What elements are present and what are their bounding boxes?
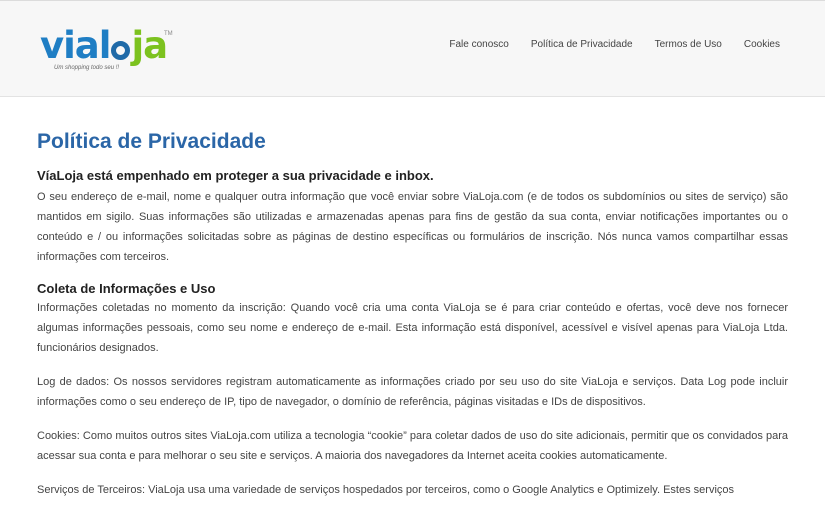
nav-fale-conosco[interactable]: Fale conosco	[449, 39, 508, 50]
section-title: Coleta de Informações e Uso	[37, 281, 216, 296]
top-nav: Fale conosco Política de Privacidade Ter…	[449, 39, 780, 50]
paragraph-third-party: Serviços de Terceiros: ViaLoja usa uma v…	[37, 484, 735, 496]
logo-text-l: l	[98, 24, 112, 67]
intro-paragraph: O seu endereço de e-mail, nome e qualque…	[37, 191, 788, 263]
logo-wordmark: vial ja	[40, 24, 168, 67]
paragraph-cookies: Cookies: Como muitos outros sites ViaLoj…	[37, 430, 788, 462]
nav-cookies[interactable]: Cookies	[744, 39, 780, 50]
vialoja-logo[interactable]: vial ja TM Um shopping todo seu !!	[40, 24, 173, 77]
nav-termos-de-uso[interactable]: Termos de Uso	[655, 39, 722, 50]
site-header: vial ja TM Um shopping todo seu !! Fale c…	[0, 0, 825, 97]
logo-bag-icon	[111, 41, 131, 60]
logo-trademark: TM	[164, 31, 173, 37]
main-content: Política de Privacidade VíaLoja está emp…	[0, 97, 825, 500]
logo-tagline: Um shopping todo seu !!	[54, 65, 120, 71]
logo-text-ja: ja	[131, 24, 168, 67]
paragraph-log-data: Log de dados: Os nossos servidores regis…	[37, 376, 788, 408]
page-subtitle: VíaLoja está empenhado em proteger a sua…	[37, 168, 434, 183]
page-title: Política de Privacidade	[37, 130, 266, 153]
paragraph-signup-info: Informações coletadas no momento da insc…	[37, 302, 788, 354]
nav-politica-privacidade[interactable]: Política de Privacidade	[531, 39, 633, 50]
logo-text-via: via	[40, 24, 100, 67]
